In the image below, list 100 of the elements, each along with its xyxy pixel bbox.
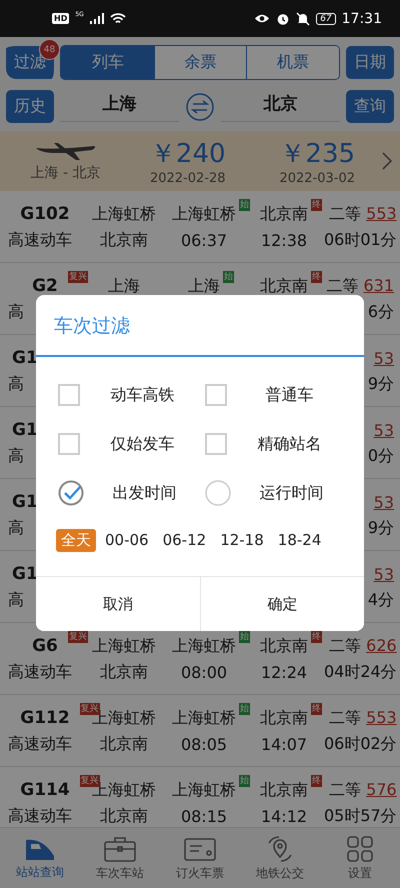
seat-count-link[interactable]: 631 (363, 276, 394, 294)
train-number: G102 (20, 204, 70, 224)
train-number: G1 (12, 492, 38, 512)
time-range-chip[interactable]: 06-12 (158, 529, 212, 551)
wifi-icon (110, 12, 126, 24)
checkbox[interactable] (205, 433, 227, 455)
train-type: 高速动车 (8, 230, 72, 248)
checkbox[interactable] (58, 384, 80, 406)
arrival-station: 北京南 (260, 636, 308, 654)
seat-count-link[interactable]: 53 (374, 348, 394, 368)
option-label: 普通车 (264, 384, 314, 406)
seat-count-link[interactable]: 553 (366, 204, 397, 222)
history-button[interactable]: 历史 (6, 90, 54, 123)
grid-icon (345, 834, 375, 862)
option-label: 动车高铁 (110, 384, 176, 406)
departure-time: 08:00 (180, 662, 228, 682)
start-tag: 始 (239, 630, 250, 642)
muted-bell-icon (296, 12, 310, 26)
nav-tab[interactable]: 订火车票 (160, 828, 240, 888)
train-number: G114 (20, 780, 70, 800)
airplane-icon (34, 140, 98, 162)
arrival-time: 12:24 (260, 662, 308, 682)
to-city-field[interactable]: 北京 (221, 92, 340, 122)
departure-station: 上海虹桥 (172, 780, 236, 798)
seat-count-link[interactable]: 53 (374, 492, 394, 512)
flight-price: ￥240 (150, 138, 226, 171)
arrival-station: 北京南 (260, 204, 308, 222)
arrival-time: 12:38 (260, 230, 308, 250)
end-tag: 终 (311, 702, 322, 714)
origin-station: 上海虹桥 (92, 204, 156, 222)
from-city-field[interactable]: 上海 (60, 92, 179, 122)
flight-date: 2022-02-28 (150, 171, 226, 186)
flight-route: 上海 - 北京 (30, 164, 100, 182)
seat-count-link[interactable]: 53 (374, 564, 394, 584)
departure-time: 08:05 (180, 734, 228, 754)
end-tag: 终 (311, 774, 322, 786)
origin-station: 上海 (108, 276, 140, 294)
time-range-chip[interactable]: 全天 (56, 528, 96, 552)
query-button[interactable]: 查询 (346, 90, 394, 123)
mode-tab[interactable]: 余票 (154, 46, 246, 79)
time-range-chip[interactable]: 18-24 (272, 529, 326, 551)
arrival-time: 14:07 (260, 734, 308, 754)
travel-duration: 0分 (368, 446, 394, 464)
train-type: 高 (8, 446, 24, 464)
arrival-time: 14:12 (260, 806, 308, 826)
start-tag: 始 (239, 702, 250, 714)
mode-tab[interactable]: 机票 (246, 46, 339, 79)
start-tag: 始 (223, 270, 234, 282)
fuxing-tag: 复兴 (68, 631, 88, 643)
travel-duration: 6分 (368, 302, 394, 320)
fuxing-tag: 复兴 (68, 271, 88, 283)
checkbox[interactable] (205, 384, 227, 406)
date-button[interactable]: 日期 (346, 46, 394, 79)
departure-station: 上海 (188, 276, 220, 294)
seat-count-link[interactable]: 53 (374, 420, 394, 440)
checkbox[interactable] (58, 433, 80, 455)
seat-count-link[interactable]: 626 (366, 636, 397, 654)
time-range-chip[interactable]: 00-06 (100, 529, 154, 551)
end-tag: 终 (311, 198, 322, 210)
train-type: 高 (8, 374, 24, 392)
chevron-right-icon (382, 152, 392, 170)
flight-date: 2022-03-02 (279, 171, 356, 186)
travel-duration: 05时57分 (324, 806, 397, 824)
clock-time: 17:31 (342, 10, 382, 26)
train-type: 高速动车 (8, 734, 72, 752)
travel-duration: 06时01分 (324, 230, 397, 248)
dialog-button[interactable]: 确定 (200, 577, 364, 631)
dialog-title: 车次过滤 (36, 295, 364, 357)
travel-duration: 06时02分 (324, 734, 397, 752)
arrival-station: 北京南 (260, 276, 308, 294)
briefcase-icon (103, 834, 137, 862)
radio-checked-icon[interactable] (58, 480, 84, 506)
mode-tab[interactable]: 列车 (61, 46, 154, 79)
travel-duration: 9分 (368, 374, 394, 392)
option-label: 仅始发车 (110, 434, 176, 454)
nav-tab[interactable]: 设置 (320, 828, 400, 888)
seat-count-link[interactable]: 576 (366, 780, 397, 798)
terminal-station: 北京南 (100, 734, 148, 752)
train-number: G112 (20, 708, 70, 728)
option-label: 出发时间 (112, 482, 178, 504)
train-number: G2 (32, 276, 58, 296)
swap-icon[interactable] (185, 92, 215, 122)
alarm-icon (276, 12, 290, 26)
train-type: 高 (8, 302, 24, 320)
arrival-station: 北京南 (260, 708, 308, 726)
nav-tab[interactable]: 地铁公交 (240, 828, 320, 888)
travel-duration: 04时24分 (324, 662, 397, 680)
terminal-station: 北京南 (100, 662, 148, 680)
flight-promo-banner[interactable]: 上海 - 北京 ￥240 2022-02-28 ￥235 2022-03-02 (0, 131, 400, 191)
seat-class: 二等 (329, 780, 362, 798)
time-range-chip[interactable]: 12-18 (215, 529, 269, 551)
nav-tab[interactable]: 车次车站 (80, 828, 160, 888)
nav-tab[interactable]: 站站查询 (0, 828, 80, 888)
start-tag: 始 (239, 774, 250, 786)
radio-button[interactable] (205, 480, 231, 506)
seat-count-link[interactable]: 553 (366, 708, 397, 726)
signal-icon (90, 13, 104, 24)
departure-station: 上海虹桥 (172, 708, 236, 726)
travel-duration: 4分 (368, 590, 394, 608)
travel-duration: 9分 (368, 518, 394, 536)
